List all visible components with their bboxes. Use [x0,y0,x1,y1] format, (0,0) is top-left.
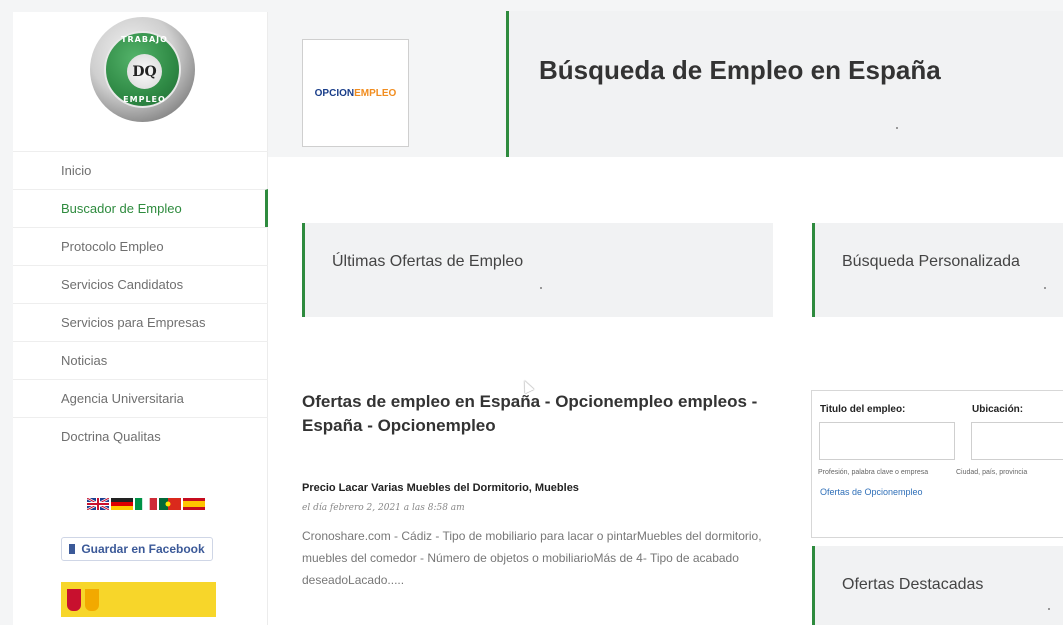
location-hint: Ciudad, país, provincia [956,469,1028,476]
spain-shield-icon [85,588,99,611]
sidebar-item-inicio[interactable]: Inicio [13,151,268,189]
section-title-custom-search: Búsqueda Personalizada [842,253,1020,270]
coat-of-arms-icon [67,588,81,611]
logo-ring: TRABAJO DQ EMPLEO [104,31,181,108]
sidebar-item-noticias[interactable]: Noticias [13,341,268,379]
brand-logo-part1: OPCION [314,87,355,99]
custom-search-section: Búsqueda Personalizada [812,223,1063,317]
government-funding-banner [61,582,216,617]
decorative-dot [896,127,898,129]
main-nav: Inicio Buscador de Empleo Protocolo Empl… [13,151,268,455]
uk-flag-icon[interactable] [87,498,109,510]
sidebar: TRABAJO DQ EMPLEO Inicio Buscador de Emp… [13,12,268,625]
site-logo[interactable]: TRABAJO DQ EMPLEO [90,17,195,122]
spain-flag-icon[interactable] [183,498,205,510]
logo-bottom-text: EMPLEO [123,95,166,104]
job-post-title[interactable]: Precio Lacar Varias Muebles del Dormitor… [302,482,579,494]
sidebar-item-servicios-candidatos[interactable]: Servicios Candidatos [13,265,268,303]
page-title: Búsqueda de Empleo en España [539,55,941,85]
featured-offers-section: Ofertas Destacadas [812,546,1063,625]
section-title-latest: Últimas Ofertas de Empleo [332,253,524,270]
decorative-dot [1048,608,1050,610]
decorative-dot [540,287,542,289]
sidebar-item-servicios-empresas[interactable]: Servicios para Empresas [13,303,268,341]
italy-flag-icon[interactable] [135,498,157,510]
germany-flag-icon[interactable] [111,498,133,510]
language-flags [87,498,205,510]
portugal-flag-icon[interactable] [159,498,181,510]
page-header: Búsqueda de Empleo en España [506,11,1063,157]
logo-top-text: TRABAJO [121,35,168,44]
brand-logo-part2: EMPLEO [354,87,397,99]
logo-monogram: DQ [127,54,162,89]
section-title-featured: Ofertas Destacadas [842,576,984,593]
sidebar-item-doctrina-qualitas[interactable]: Doctrina Qualitas [13,417,268,455]
sidebar-item-protocolo-empleo[interactable]: Protocolo Empleo [13,227,268,265]
sidebar-item-buscador-de-empleo[interactable]: Buscador de Empleo [13,189,268,227]
job-feed-heading[interactable]: Ofertas de empleo en España - Opcionempl… [302,390,777,438]
job-title-hint: Profesión, palabra clave o empresa [818,469,929,476]
save-to-facebook-button[interactable]: Guardar en Facebook [61,537,213,561]
sidebar-item-agencia-universitaria[interactable]: Agencia Universitaria [13,379,268,417]
bookmark-icon [69,544,76,554]
job-title-input[interactable] [819,422,955,460]
job-title-label: Titulo del empleo: [820,404,906,415]
decorative-dot [1044,287,1046,289]
opcionempleo-logo[interactable]: OPCION EMPLEO [302,39,409,147]
location-input[interactable] [971,422,1063,460]
job-post-date: el día febrero 2, 2021 a las 8:58 am [302,503,465,513]
opcionempleo-offers-link[interactable]: Ofertas de Opcionempleo [820,487,923,497]
latest-offers-section: Últimas Ofertas de Empleo [302,223,773,317]
facebook-button-label: Guardar en Facebook [81,542,205,556]
job-post-excerpt: Cronoshare.com - Cádiz - Tipo de mobilia… [302,529,762,587]
job-search-widget: Titulo del empleo: Ubicación: Profesión,… [811,390,1063,538]
location-label: Ubicación: [972,404,1024,415]
